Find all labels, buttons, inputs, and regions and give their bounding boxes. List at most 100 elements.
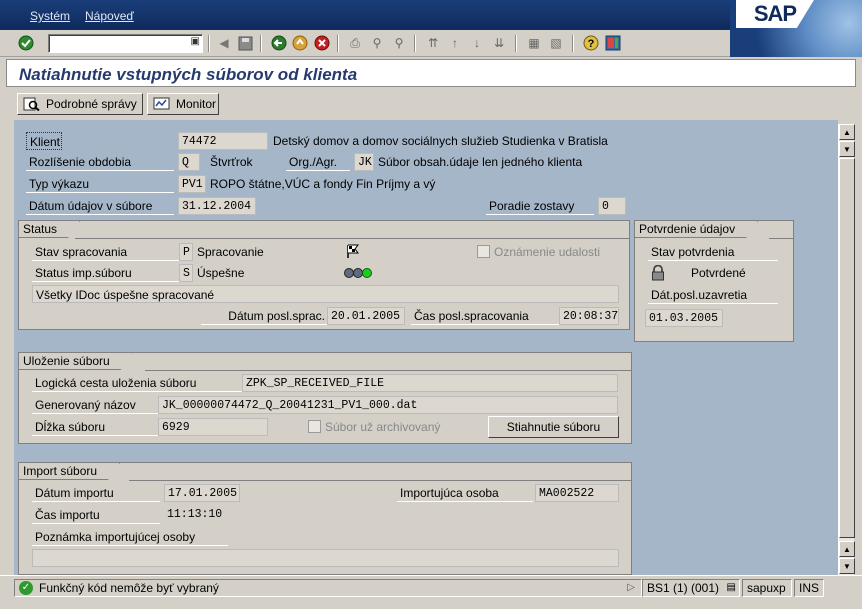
file-length-label: Dĺžka súboru [32, 418, 160, 436]
title-box: Natiahnutie vstupných súborov od klienta [6, 59, 856, 87]
archived-label: Súbor už archivovaný [325, 420, 441, 434]
help-icon[interactable]: ? [582, 34, 600, 52]
next-page-icon[interactable]: ↓ [468, 34, 486, 52]
event-notice-checkbox[interactable] [477, 245, 490, 258]
first-page-icon[interactable]: ⇈ [424, 34, 442, 52]
group-divider [129, 463, 631, 481]
find-icon[interactable]: ⚲ [368, 34, 386, 52]
period-text: Štvrťrok [210, 155, 253, 169]
archived-checkbox[interactable] [308, 420, 321, 433]
session-list-icon[interactable]: ▤ [727, 580, 736, 596]
enter-icon[interactable] [17, 34, 35, 52]
processing-field[interactable]: P [179, 243, 193, 261]
page-title: Natiahnutie vstupných súborov od klienta [19, 65, 358, 84]
org-field[interactable]: JK [354, 153, 374, 171]
processing-text: Spracovanie [197, 245, 264, 259]
toolbar-separator [260, 35, 262, 52]
import-group-title: Import súboru [19, 463, 120, 480]
sap-logo-text: SAP [736, 0, 814, 28]
menu-system[interactable]: Systém [30, 9, 70, 23]
application-toolbar: Podrobné správy Monitor [0, 88, 862, 118]
svg-text:?: ? [588, 38, 595, 50]
processing-label: Stav spracovania [32, 243, 180, 261]
status-message[interactable]: ✓ Funkčný kód nemôže byť vybraný ▷ [14, 579, 642, 597]
cancel-icon[interactable] [313, 34, 331, 52]
magnifier-icon [23, 97, 41, 112]
file-length-field[interactable]: 6929 [158, 418, 268, 436]
client-name-text: Detský domov a domov sociálnych služieb … [273, 134, 608, 148]
confirm-status-label: Stav potvrdenia [648, 243, 778, 261]
session-text: BS1 (1) (001) [647, 581, 720, 595]
date-label: Dátum údajov v súbore [26, 197, 174, 215]
detail-messages-label: Podrobné správy [46, 97, 137, 111]
generated-name-field[interactable]: JK_00000074472_Q_20041231_PV1_000.dat [158, 396, 618, 414]
scroll-up-icon[interactable]: ▲ [839, 124, 855, 140]
print-icon[interactable]: ⎙ [346, 34, 364, 52]
shortcut-icon[interactable]: ▧ [547, 34, 565, 52]
period-label: Rozlíšenie obdobia [26, 153, 174, 171]
report-type-field[interactable]: PV1 [178, 175, 206, 193]
toolbar-separator [572, 35, 574, 52]
flag-icon [345, 243, 361, 259]
download-file-button[interactable]: Stiahnutie súboru [488, 416, 619, 438]
last-proc-time-label: Čas posl.spracovania [411, 307, 559, 325]
scroll-down-icon[interactable]: ▼ [839, 558, 855, 574]
last-close-date-field[interactable]: 01.03.2005 [645, 309, 723, 327]
org-label: Org./Agr. [286, 153, 350, 171]
confirmation-group: Potvrdenie údajov Stav potvrdenia Potvrd… [634, 220, 794, 342]
order-label: Poradie zostavy [486, 197, 594, 215]
exit-icon[interactable] [291, 34, 309, 52]
scroll-thumb[interactable] [839, 158, 855, 538]
import-date-label: Dátum importu [32, 484, 160, 502]
work-area: Klient 74472 Detský domov a domov sociál… [14, 120, 838, 575]
last-proc-date-label: Dátum posl.sprac. [201, 307, 329, 325]
save-icon[interactable] [236, 34, 254, 52]
command-history-icon[interactable]: ▣ [191, 36, 200, 47]
status-bar: ✓ Funkčný kód nemôže byť vybraný ▷ BS1 (… [0, 575, 862, 599]
import-status-text: Úspešne [197, 266, 245, 280]
last-close-date-label: Dát.posl.uzavretia [648, 286, 778, 304]
importer-field[interactable]: MA002522 [535, 484, 619, 502]
layout-menu-icon[interactable] [604, 34, 622, 52]
order-field[interactable]: 0 [598, 197, 626, 215]
title-area: Natiahnutie vstupných súborov od klienta [0, 57, 862, 88]
last-page-icon[interactable]: ⇊ [490, 34, 508, 52]
storage-group-title: Uloženie súboru [19, 353, 133, 370]
status-group: Status Stav spracovania P Spracovanie Oz… [18, 220, 630, 330]
status-expand-icon[interactable]: ▷ [627, 580, 635, 596]
new-session-icon[interactable]: ▦ [525, 34, 543, 52]
command-field[interactable]: ▣ [48, 34, 203, 53]
logical-path-field[interactable]: ZPK_SP_RECEIVED_FILE [242, 374, 618, 392]
monitor-icon [153, 97, 171, 111]
find-next-icon[interactable]: ⚲ [390, 34, 408, 52]
scroll-up-small-icon[interactable]: ▲ [839, 541, 855, 557]
monitor-button[interactable]: Monitor [147, 93, 219, 115]
sap-logo: SAP [730, 0, 862, 58]
import-status-label: Status imp.súboru [32, 264, 180, 282]
status-message-text: Všetky IDoc úspešne spracované [36, 288, 215, 302]
scroll-down-small-icon[interactable]: ▼ [839, 141, 855, 157]
import-time-value: 11:13:10 [167, 508, 223, 521]
prev-page-icon[interactable]: ◀ [215, 34, 233, 52]
menu-help[interactable]: Nápoveď [85, 9, 134, 23]
period-field[interactable]: Q [178, 153, 200, 171]
last-proc-date-field[interactable]: 20.01.2005 [327, 307, 405, 325]
confirm-status-text: Potvrdené [691, 266, 746, 280]
previous-page-icon[interactable]: ↑ [446, 34, 464, 52]
monitor-label: Monitor [176, 97, 217, 111]
note-field[interactable] [32, 549, 619, 567]
back-icon[interactable] [270, 34, 288, 52]
import-date-field[interactable]: 17.01.2005 [164, 484, 240, 502]
group-divider [75, 221, 629, 239]
last-proc-time-field[interactable]: 20:08:37 [559, 307, 619, 325]
report-type-text: ROPO štátne,VÚC a fondy Fin Príjmy a vý [210, 177, 436, 191]
import-status-field[interactable]: S [179, 264, 193, 282]
status-group-title: Status [19, 221, 80, 238]
client-field[interactable]: 74472 [178, 132, 268, 150]
group-divider [769, 221, 793, 239]
report-type-label: Typ výkazu [26, 175, 174, 193]
vertical-scrollbar[interactable]: ▲ ▼ ▲ ▼ [838, 124, 855, 575]
detail-messages-button[interactable]: Podrobné správy [17, 93, 143, 115]
import-time-label: Čas importu [32, 506, 160, 524]
date-field[interactable]: 31.12.2004 [178, 197, 256, 215]
